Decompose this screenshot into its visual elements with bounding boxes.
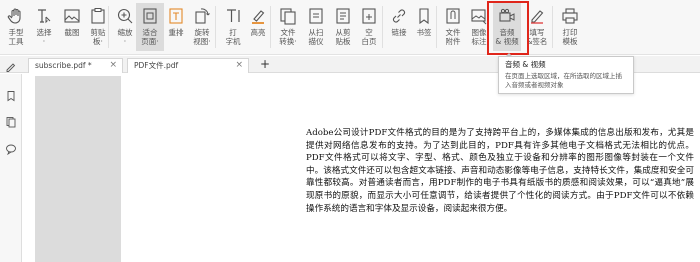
edit-icon[interactable] xyxy=(5,58,17,72)
document-paragraph: Adobe公司设计PDF文件格式的目的是为了支持跨平台上的，多媒体集成的信息出版… xyxy=(306,128,694,214)
clipboard-icon xyxy=(88,6,108,26)
typewriter-button[interactable]: 打 字机 xyxy=(219,3,247,51)
reflow-icon xyxy=(166,6,186,26)
blank-page-icon xyxy=(359,6,379,26)
toolbar: 手型 工具 选择 · 截图 剪贴 板· 缩放 · 适合 页面· 重排 旋转 视图… xyxy=(0,0,700,55)
left-rail xyxy=(0,74,22,262)
blank-page-button[interactable]: 空 白页 xyxy=(355,3,383,51)
highlighter-icon xyxy=(248,6,268,26)
add-tab-button[interactable]: + xyxy=(260,57,270,71)
hand-icon xyxy=(6,6,26,26)
close-icon[interactable]: × xyxy=(109,59,117,72)
print-template-label: 打印 模板 xyxy=(562,28,578,46)
close-icon[interactable]: × xyxy=(235,59,243,72)
bookmark-icon xyxy=(414,6,434,26)
highlight-frame xyxy=(487,1,529,55)
tab-label: subscribe.pdf * xyxy=(35,61,92,70)
fit-page-button[interactable]: 适合 页面· xyxy=(136,3,164,51)
print-template-button[interactable]: 打印 模板 xyxy=(556,3,584,51)
thumbnail-panel xyxy=(23,74,123,262)
fit-page-icon xyxy=(140,6,160,26)
image-annotation-icon xyxy=(469,6,489,26)
link-button[interactable]: 链接 xyxy=(385,3,413,51)
toolbar-separator xyxy=(382,6,383,48)
tab-pdf-file[interactable]: PDF文件.pdf × xyxy=(127,58,249,73)
zoom-in-icon xyxy=(115,6,135,26)
rotate-icon xyxy=(192,6,212,26)
tooltip: 音频 & 视频 在页面上选取区域，在所选取的区域上插入音频或者视频对象 xyxy=(498,56,634,94)
scanner-icon xyxy=(306,6,326,26)
tab-subscribe[interactable]: subscribe.pdf * × xyxy=(28,58,123,73)
page-thumbnail[interactable] xyxy=(35,76,121,262)
convert-file-icon xyxy=(278,6,298,26)
tooltip-title: 音频 & 视频 xyxy=(505,60,546,69)
text-cursor-icon xyxy=(34,6,54,26)
image-icon xyxy=(62,6,82,26)
select-tool-button[interactable]: 选择 · xyxy=(30,3,58,51)
bookmark-panel-icon[interactable] xyxy=(5,90,17,102)
tab-label: PDF文件.pdf xyxy=(134,61,179,70)
pages-panel-icon[interactable] xyxy=(5,116,17,128)
pen-icon xyxy=(527,6,547,26)
link-icon xyxy=(389,6,409,26)
tooltip-description: 在页面上选取区域，在所选取的区域上插入音频或者视频对象 xyxy=(505,72,622,89)
paste-icon xyxy=(333,6,353,26)
tooltip-arrow xyxy=(505,53,513,57)
typewriter-icon xyxy=(223,6,243,26)
comments-panel-icon[interactable] xyxy=(5,143,17,155)
printer-icon xyxy=(560,6,580,26)
attachment-icon xyxy=(443,6,463,26)
rotate-view-button[interactable]: 旋转 视图· xyxy=(188,3,216,51)
